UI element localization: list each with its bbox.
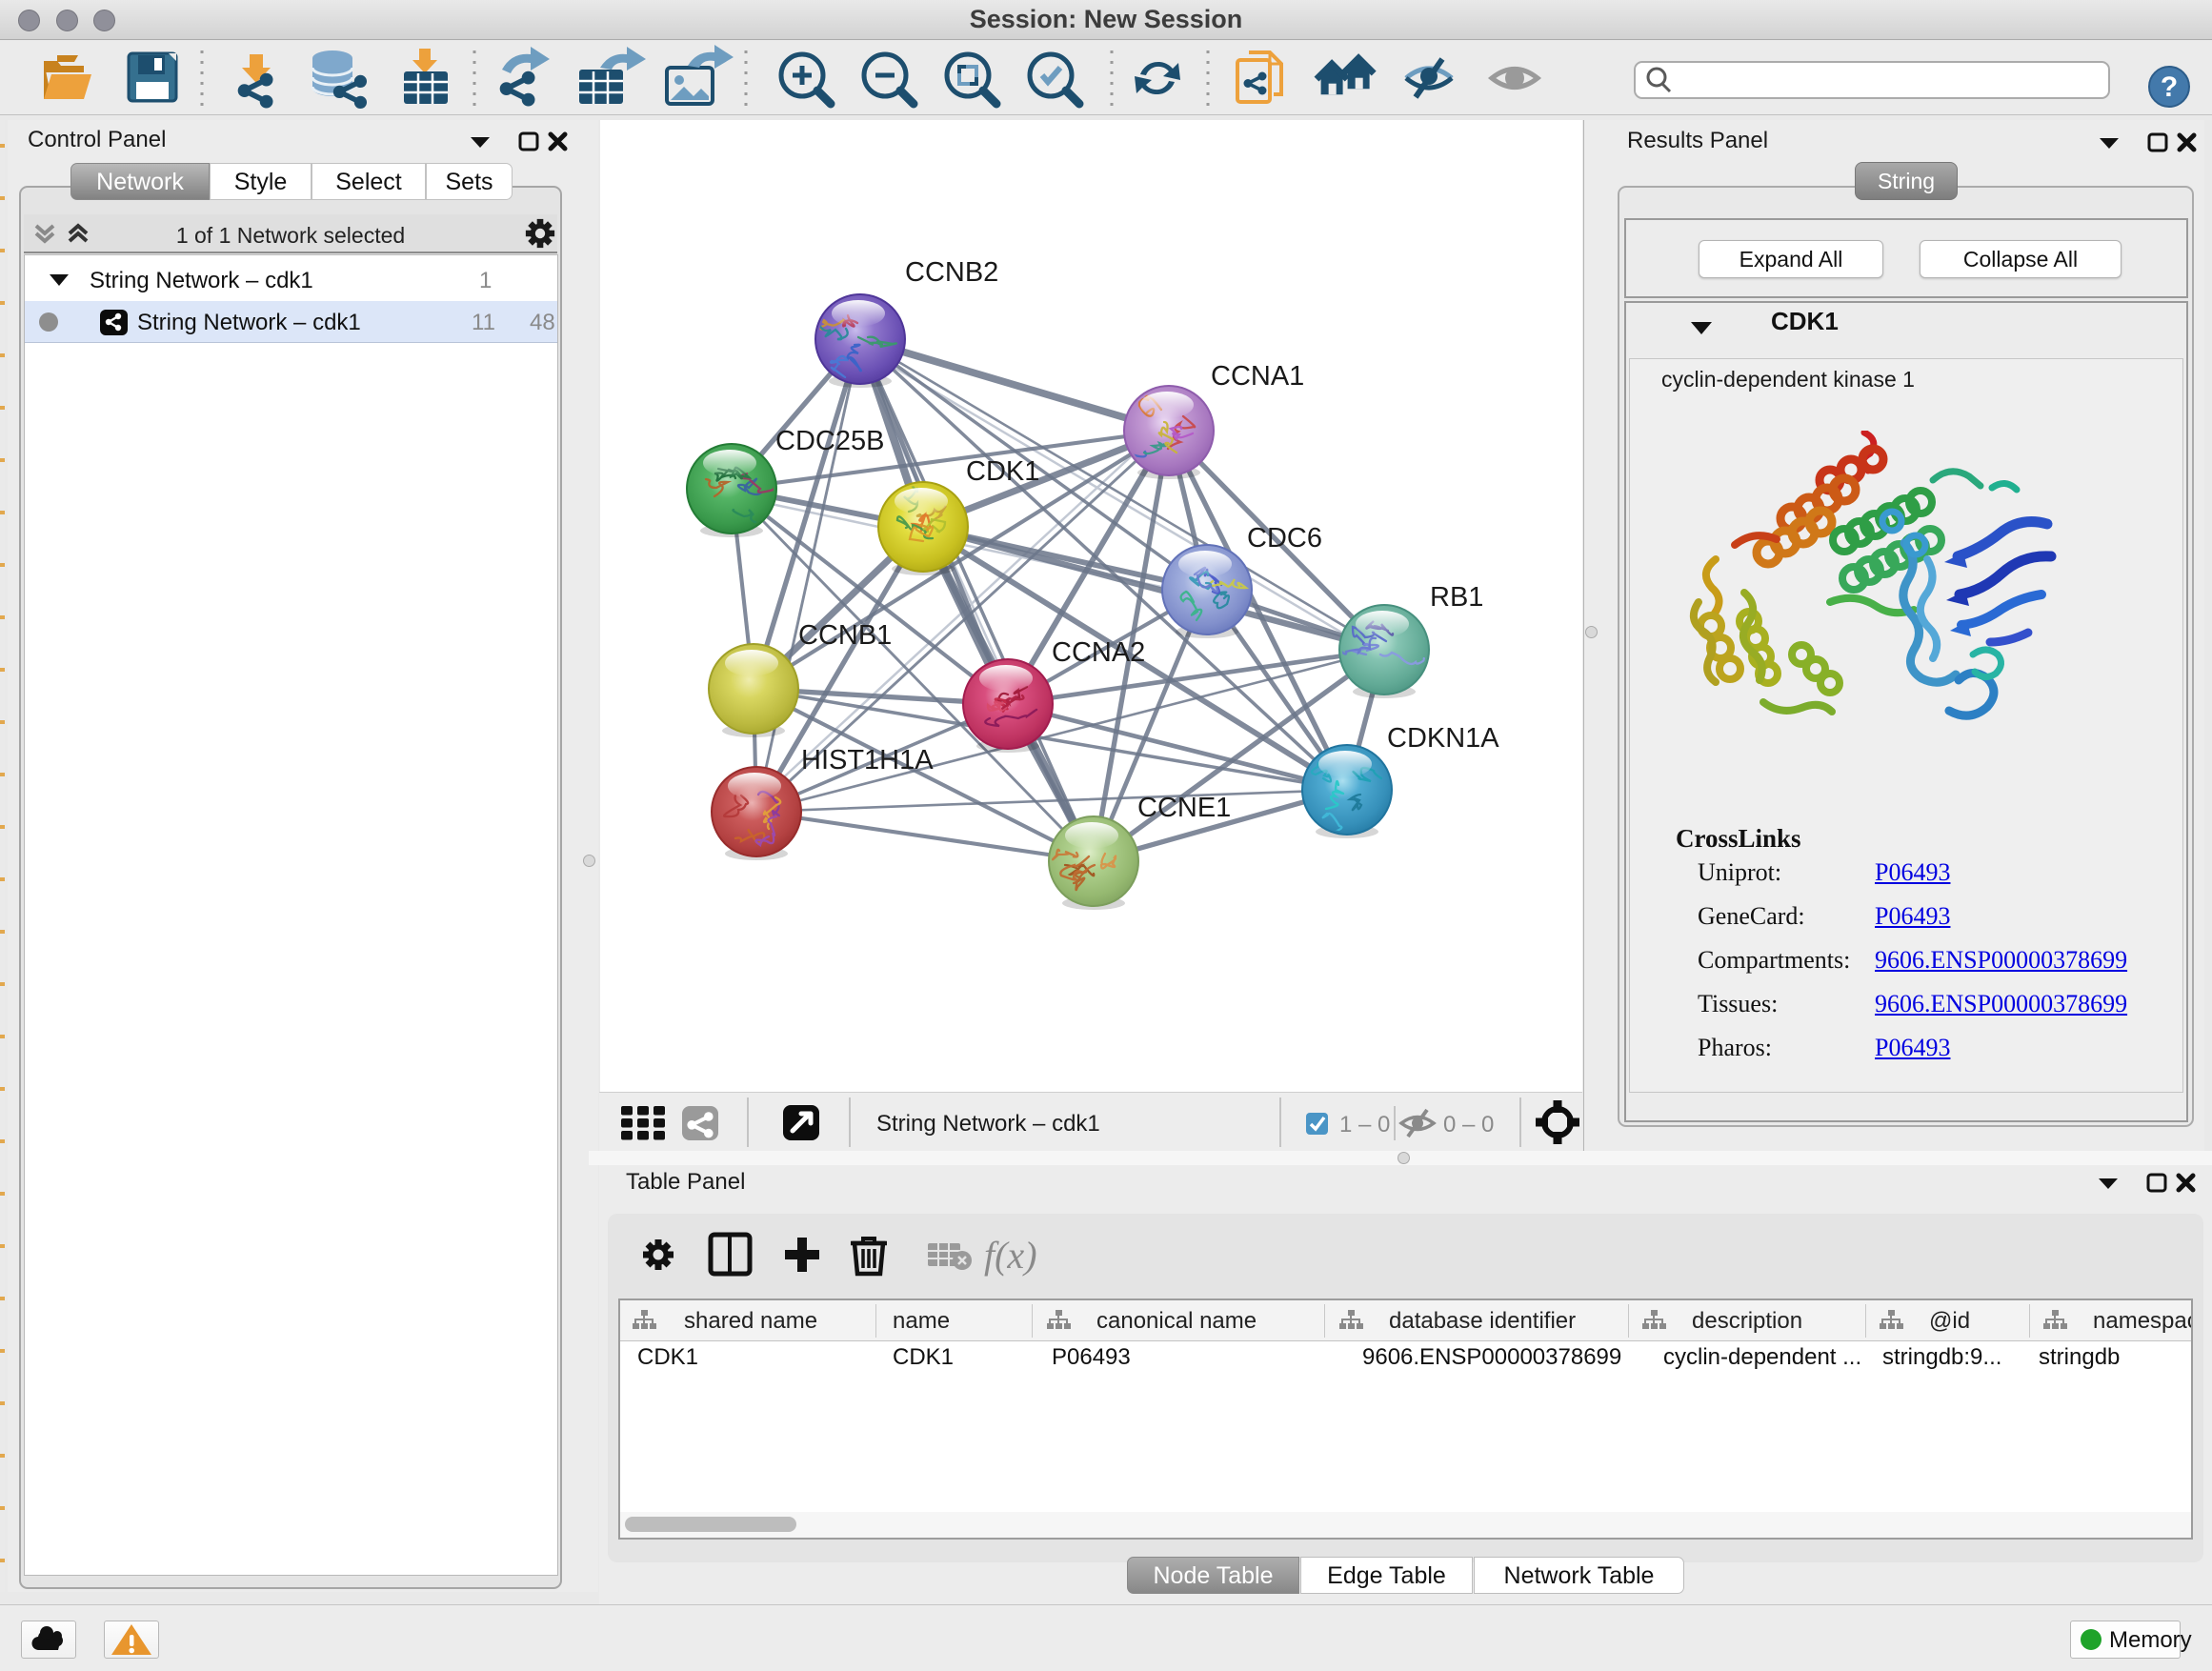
svg-text:CDC25B: CDC25B xyxy=(775,426,884,456)
svg-text:f(x): f(x) xyxy=(984,1234,1037,1277)
svg-text:CCNB1: CCNB1 xyxy=(798,620,892,651)
svg-text:CCNE1: CCNE1 xyxy=(1137,793,1231,823)
svg-text:CCNB2: CCNB2 xyxy=(905,257,998,288)
svg-text:0 – 0: 0 – 0 xyxy=(1443,1112,1494,1137)
svg-text:RB1: RB1 xyxy=(1430,582,1483,613)
svg-text:CCNA1: CCNA1 xyxy=(1211,361,1304,392)
svg-text:?: ? xyxy=(2161,71,2178,103)
svg-text:CDKN1A: CDKN1A xyxy=(1387,723,1499,754)
svg-text:HIST1H1A: HIST1H1A xyxy=(801,745,934,775)
svg-text:String Network – cdk1: String Network – cdk1 xyxy=(876,1111,1100,1137)
svg-text:1 – 0: 1 – 0 xyxy=(1339,1112,1390,1137)
svg-text:CDC6: CDC6 xyxy=(1247,523,1322,554)
svg-text:CCNA2: CCNA2 xyxy=(1052,637,1145,668)
svg-text:CDK1: CDK1 xyxy=(966,456,1039,487)
